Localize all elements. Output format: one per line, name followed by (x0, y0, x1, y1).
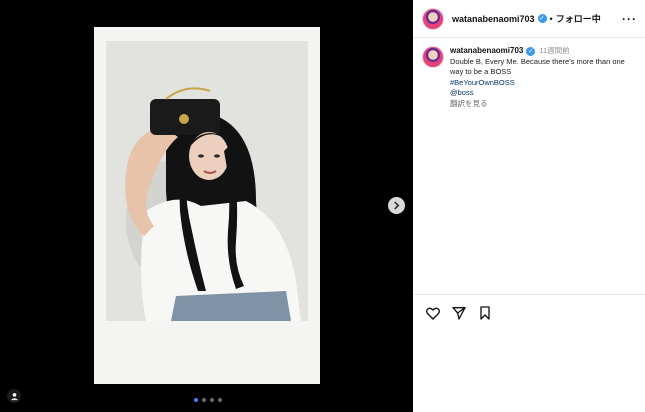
separator: • (549, 13, 553, 24)
username[interactable]: watanabenaomi703 (452, 14, 535, 24)
carousel-dot-2 (202, 398, 206, 402)
user-tag-icon (10, 392, 18, 400)
action-bar (413, 294, 645, 331)
carousel-indicator (194, 398, 222, 402)
verified-badge-icon: ✓ (537, 14, 547, 23)
mention-link[interactable]: @boss (450, 88, 636, 99)
photo (106, 41, 308, 321)
caption-text: Double B, Every Me. Because there's more… (450, 56, 625, 77)
verified-badge-icon: ✓ (526, 46, 536, 56)
caption-avatar[interactable] (422, 46, 444, 68)
caption-username[interactable]: watanabenaomi703 (450, 46, 523, 57)
post-side-panel: watanabenaomi703 ✓ • フォロー中 ··· watanaben… (413, 0, 645, 412)
avatar[interactable] (422, 7, 444, 30)
next-image-button[interactable] (388, 197, 405, 214)
carousel-dot-4 (218, 398, 222, 402)
caption-body: watanabenaomi703 ✓ 11週間前 Double B, Every… (450, 46, 636, 109)
chevron-right-icon (394, 201, 400, 210)
media-panel (0, 0, 413, 412)
share-icon[interactable] (451, 305, 467, 321)
caption-header: watanabenaomi703 ✓ 11週間前 (450, 46, 636, 57)
caption: watanabenaomi703 ✓ 11週間前 Double B, Every… (413, 38, 645, 109)
bookmark-icon[interactable] (477, 305, 493, 321)
post-header: watanabenaomi703 ✓ • フォロー中 ··· (413, 0, 645, 38)
carousel-dot-3 (210, 398, 214, 402)
translate-link[interactable]: 翻訳を見る (450, 99, 636, 110)
post-time[interactable]: 11週間前 (539, 46, 569, 57)
heart-icon[interactable] (425, 305, 441, 321)
hashtag-link[interactable]: #BeYourOwnBOSS (450, 78, 636, 89)
more-options-icon[interactable]: ··· (622, 12, 637, 26)
following-button[interactable]: フォロー中 (556, 12, 601, 25)
tagged-users-button[interactable] (7, 389, 21, 403)
post-image[interactable] (94, 27, 320, 384)
photo-illustration (106, 41, 308, 321)
carousel-dot-1 (194, 398, 198, 402)
